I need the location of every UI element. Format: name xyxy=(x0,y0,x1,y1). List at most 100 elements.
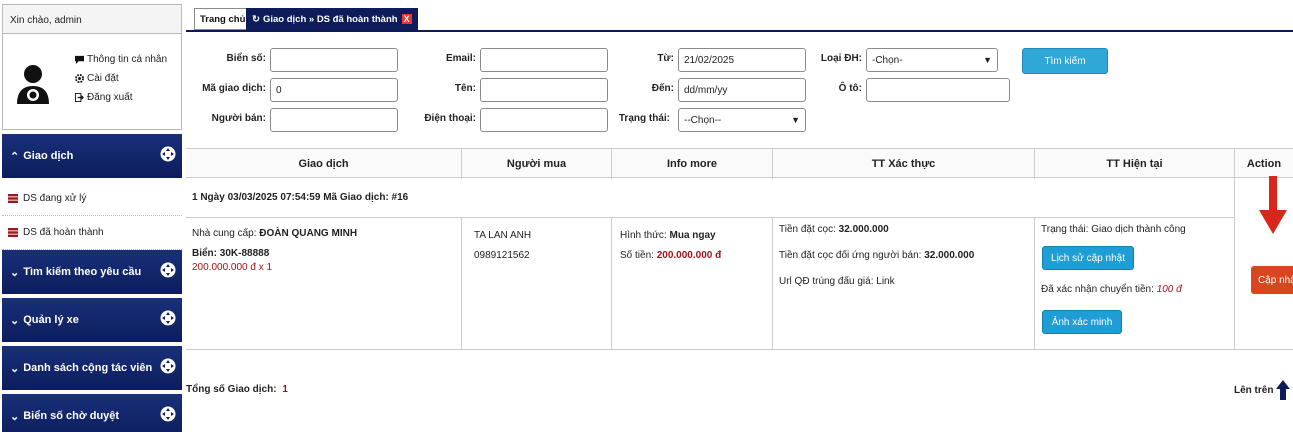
back-to-top-label: Lên trên xyxy=(1234,384,1274,396)
col-header-action: Action xyxy=(1234,149,1293,179)
confirm-transfer-value: 100 đ xyxy=(1156,284,1182,295)
chevron-down-icon: ⌄ xyxy=(10,410,20,423)
plate-input[interactable] xyxy=(270,48,398,72)
amount-line: Số tiền: 200.000.000 đ xyxy=(620,250,721,261)
nav-section-tim-kiem[interactable]: ⌄ Tìm kiếm theo yêu cầu xyxy=(2,250,182,298)
table-row: Nhà cung cấp: ĐOÀN QUANG MINH Biển: 30K-… xyxy=(186,176,1293,350)
tab-bar: Trang chủ ↻ Giao dịch » DS đã hoàn thành… xyxy=(186,4,1293,32)
profile-link[interactable]: Thông tin cá nhân xyxy=(75,50,167,69)
status-select[interactable]: --Chọn-- ▼ xyxy=(678,108,806,132)
total-label: Tổng số Giao dịch: xyxy=(186,384,277,395)
seller-deposit-value: 32.000.000 xyxy=(924,250,975,261)
cell-info: Hình thức: Mua ngay Số tiền: 200.000.000… xyxy=(611,218,772,350)
user-avatar-icon xyxy=(17,65,49,104)
car-input[interactable] xyxy=(866,78,1010,102)
user-menu: Thông tin cá nhân Cài đặt Đăng xuất xyxy=(75,50,167,107)
auction-url-line[interactable]: Url QĐ trúng đấu giá: Link xyxy=(779,276,895,287)
sidebar-item-label: DS đang xử lý xyxy=(23,193,87,204)
order-type-select-value: -Chọn- xyxy=(872,54,903,66)
confirm-transfer-label: Đã xác nhận chuyển tiền: xyxy=(1041,284,1157,295)
nav-section-label: Tìm kiếm theo yêu cầu xyxy=(23,266,142,278)
price-line: 200.000.000 đ x 1 xyxy=(192,262,273,273)
tab-completed-transactions[interactable]: ↻ Giao dịch » DS đã hoàn thành X xyxy=(246,8,418,30)
verification-photo-button[interactable]: Ảnh xác minh xyxy=(1042,310,1122,334)
email-input[interactable] xyxy=(480,48,608,72)
name-input[interactable] xyxy=(480,78,608,102)
purchase-form-label: Hình thức: xyxy=(620,230,670,241)
table-header: Giao dịch Người mua Info more TT Xác thự… xyxy=(186,148,1293,179)
cell-verification: Tiền đặt cọc: 32.000.000 Tiền đặt cọc đố… xyxy=(772,218,1034,350)
expand-arrows-icon xyxy=(160,262,176,278)
tab-home[interactable]: Trang chủ xyxy=(194,8,252,30)
phone-input[interactable] xyxy=(480,108,608,132)
greeting: Xin chào, admin xyxy=(2,4,182,34)
seller-input[interactable] xyxy=(270,108,398,132)
supplier-name: ĐOÀN QUANG MINH xyxy=(259,228,358,239)
expand-arrows-icon xyxy=(160,358,176,374)
cell-buyer: TA LAN ANH 0989121562 xyxy=(461,218,611,350)
nav-section-giao-dich[interactable]: ⌃ Giao dịch xyxy=(2,134,182,182)
to-date-input[interactable]: dd/mm/yy xyxy=(678,78,806,102)
close-tab-icon[interactable]: X xyxy=(401,14,412,24)
list-icon xyxy=(8,228,18,237)
name-label: Tên: xyxy=(454,83,476,94)
col-header-current-status: TT Hiện tại xyxy=(1034,149,1234,179)
status-line: Trạng thái: Giao dịch thành công xyxy=(1041,224,1186,235)
supplier-line: Nhà cung cấp: ĐOÀN QUANG MINH xyxy=(192,228,357,239)
nav-section-label: Quản lý xe xyxy=(23,314,79,326)
deposit-line: Tiền đặt cọc: 32.000.000 xyxy=(779,224,889,235)
car-label: Ô tô: xyxy=(838,83,862,94)
nav-section-bien-so-cho-duyet[interactable]: ⌄ Biển số chờ duyệt xyxy=(2,394,182,432)
arrow-down-icon xyxy=(1259,176,1287,234)
deposit-label: Tiền đặt cọc: xyxy=(779,224,839,235)
total-value: 1 xyxy=(282,384,288,395)
list-icon xyxy=(8,194,18,203)
nav-section-label: Biển số chờ duyệt xyxy=(23,410,120,422)
chevron-down-icon: ▼ xyxy=(791,115,800,125)
history-button[interactable]: Lịch sử cập nhật xyxy=(1042,246,1134,270)
transaction-code-input[interactable]: 0 xyxy=(270,78,398,102)
nav-section-cong-tac-vien[interactable]: ⌄ Danh sách cộng tác viên xyxy=(2,346,182,394)
transaction-code-label: Mã giao dịch: xyxy=(202,83,266,94)
sidebar: Xin chào, admin Thông tin cá nhân Cài đặ… xyxy=(2,4,182,432)
filter-form: Biển số: Mã giao dịch: 0 Người bán: Emai… xyxy=(186,32,1293,144)
column-divider xyxy=(1234,178,1235,218)
update-button[interactable]: Cập nhật xyxy=(1251,266,1293,294)
status-label: Trạng thái: xyxy=(618,113,670,124)
total-transactions: Tổng số Giao dịch: 1 xyxy=(186,384,288,395)
sidebar-item-processing[interactable]: DS đang xử lý xyxy=(2,182,182,216)
sidebar-item-completed[interactable]: DS đã hoàn thành xyxy=(2,216,182,250)
gear-icon xyxy=(75,74,84,83)
user-box: Thông tin cá nhân Cài đặt Đăng xuất xyxy=(2,34,182,130)
logout-icon xyxy=(75,93,84,102)
search-button[interactable]: Tìm kiếm xyxy=(1022,48,1108,74)
order-type-select[interactable]: -Chọn- ▼ xyxy=(866,48,998,72)
expand-arrows-icon xyxy=(160,310,176,326)
phone-label: Điện thoại: xyxy=(424,113,476,124)
col-header-buyer: Người mua xyxy=(461,149,611,179)
from-date-input[interactable]: 21/02/2025 xyxy=(678,48,806,72)
logout-link[interactable]: Đăng xuất xyxy=(75,88,167,107)
nav-section-quan-ly-xe[interactable]: ⌄ Quản lý xe xyxy=(2,298,182,346)
settings-label: Cài đặt xyxy=(87,73,119,84)
tab-label: Trang chủ xyxy=(200,13,246,25)
purchase-form-line: Hình thức: Mua ngay xyxy=(620,230,716,241)
cell-transaction: Nhà cung cấp: ĐOÀN QUANG MINH Biển: 30K-… xyxy=(186,218,461,350)
status-select-value: --Chọn-- xyxy=(684,114,722,126)
chevron-up-icon: ⌃ xyxy=(10,150,20,163)
back-to-top-link[interactable]: Lên trên xyxy=(1234,380,1291,400)
amount-label: Số tiền: xyxy=(620,250,657,261)
profile-label: Thông tin cá nhân xyxy=(87,54,168,65)
sidebar-item-label: DS đã hoàn thành xyxy=(23,227,104,238)
plate-value: Biển: 30K-88888 xyxy=(192,248,270,259)
to-date-label: Đến: xyxy=(651,83,674,94)
transaction-group-row: 1 Ngày 03/03/2025 07:54:59 Mã Giao dịch:… xyxy=(186,178,1234,218)
transactions-table: Giao dịch Người mua Info more TT Xác thự… xyxy=(186,144,1293,432)
supplier-label: Nhà cung cấp: xyxy=(192,228,260,239)
plate-label: Biển số: xyxy=(226,53,266,64)
settings-link[interactable]: Cài đặt xyxy=(75,69,167,88)
buyer-name: TA LAN ANH xyxy=(474,230,532,241)
seller-label: Người bán: xyxy=(211,113,266,124)
seller-deposit-label: Tiền đặt cọc đối ứng người bán: xyxy=(779,250,925,261)
deposit-value: 32.000.000 xyxy=(838,224,889,235)
